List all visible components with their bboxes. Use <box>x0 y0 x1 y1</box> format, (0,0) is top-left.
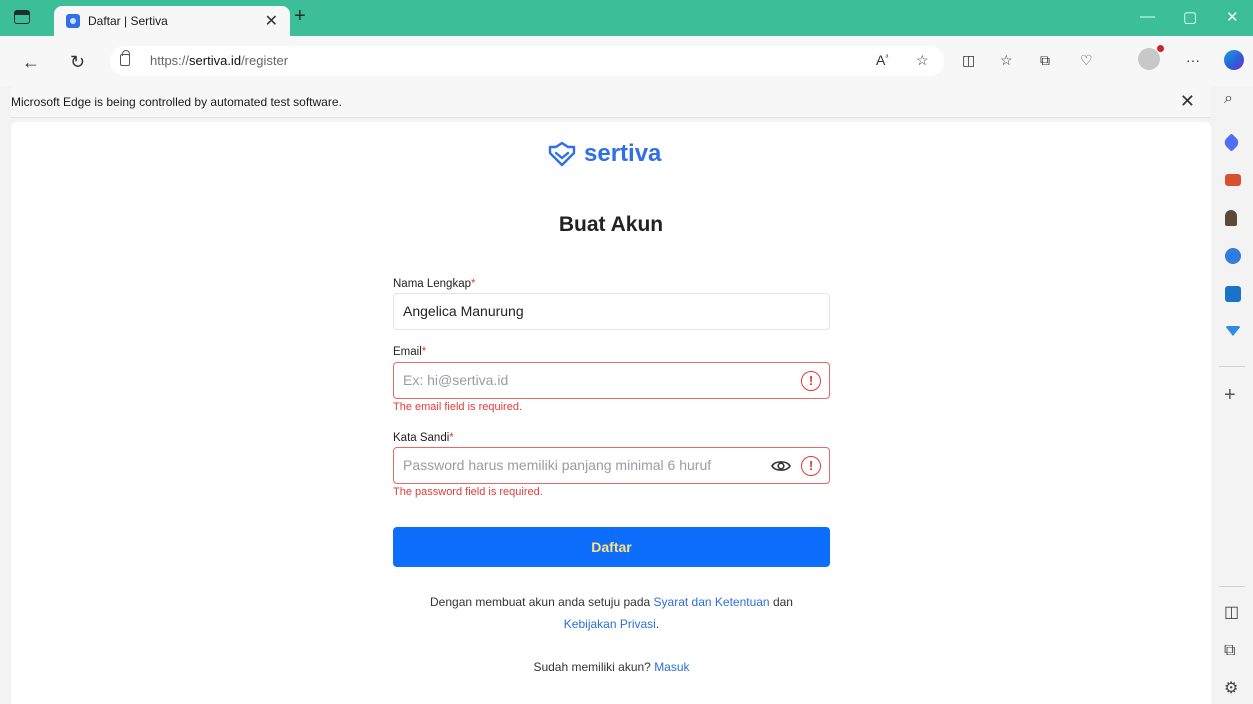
password-field[interactable]: ! <box>393 447 830 484</box>
email-error-message: The email field is required. <box>393 401 523 413</box>
edge-sidebar: ⌕ + ◫ ⧉ ⚙ <box>1211 86 1253 704</box>
sertiva-favicon-icon <box>66 14 80 28</box>
copilot-icon[interactable] <box>1224 50 1244 70</box>
address-bar[interactable]: https://sertiva.id/register <box>110 46 944 76</box>
email-field[interactable]: ! <box>393 362 830 399</box>
hide-sidebar-icon[interactable]: ◫ <box>1224 602 1239 622</box>
refresh-icon[interactable]: ↻ <box>70 52 85 73</box>
tools-icon[interactable] <box>1225 174 1241 186</box>
favorites-icon[interactable]: ☆ <box>1000 52 1013 69</box>
sidebar-divider <box>1219 366 1245 367</box>
password-label: Kata Sandi* <box>393 432 454 444</box>
tab-close-icon[interactable]: ✕ <box>265 11 278 31</box>
open-external-icon[interactable]: ⧉ <box>1224 642 1235 660</box>
drop-icon[interactable] <box>1225 326 1241 336</box>
error-alert-icon: ! <box>801 456 821 476</box>
outlook-icon[interactable] <box>1225 286 1241 302</box>
terms-notice: Dengan membuat akun anda setuju pada Sya… <box>430 595 793 631</box>
maximize-icon[interactable]: ▢ <box>1183 8 1197 26</box>
more-icon[interactable]: ··· <box>1186 52 1200 68</box>
email-input[interactable] <box>403 372 763 388</box>
m365-icon[interactable] <box>1225 248 1241 264</box>
sertiva-logo-icon <box>548 141 576 167</box>
brand-name: sertiva <box>584 140 662 167</box>
login-prompt: Sudah memiliki akun? Masuk <box>533 660 690 674</box>
sertiva-logo[interactable]: sertiva <box>548 140 661 168</box>
browser-tab[interactable]: Daftar | Sertiva ✕ <box>54 6 290 36</box>
page-title: Buat Akun <box>558 213 664 236</box>
collections-icon[interactable]: ⧉ <box>1040 52 1050 69</box>
register-button[interactable]: Daftar <box>393 527 830 567</box>
split-screen-icon[interactable]: ◫ <box>962 52 975 69</box>
tab-title: Daftar | Sertiva <box>88 14 168 28</box>
page-content: sertiva Buat Akun Nama Lengkap* Email* !… <box>11 122 1211 704</box>
automation-infobar: Microsoft Edge is being controlled by au… <box>11 86 1211 118</box>
password-input[interactable] <box>403 457 763 473</box>
tab-actions-icon[interactable] <box>14 10 30 24</box>
show-password-eye-icon[interactable] <box>771 458 791 474</box>
privacy-link[interactable]: Kebijakan Privasi <box>564 617 656 631</box>
navigation-bar: ← ↻ https://sertiva.id/register Aᵃ ☆ ◫ ☆… <box>0 36 1253 86</box>
terms-link[interactable]: Syarat dan Ketentuan <box>654 595 770 609</box>
read-aloud-icon[interactable]: Aᵃ <box>876 52 888 68</box>
name-field[interactable] <box>393 293 830 330</box>
error-alert-icon: ! <box>801 371 821 391</box>
infobar-close-icon[interactable]: ✕ <box>1180 91 1195 112</box>
profile-icon[interactable] <box>1138 45 1164 70</box>
title-bar: Daftar | Sertiva ✕ + — ▢ ✕ <box>0 0 1253 36</box>
email-label: Email* <box>393 346 427 358</box>
favorite-star-icon[interactable]: ☆ <box>916 52 929 69</box>
password-error-message: The password field is required. <box>393 486 543 498</box>
settings-icon[interactable]: ⚙ <box>1224 678 1238 698</box>
close-window-icon[interactable]: ✕ <box>1226 8 1239 26</box>
login-link[interactable]: Masuk <box>654 660 689 674</box>
url-text: https://sertiva.id/register <box>150 53 289 68</box>
infobar-message: Microsoft Edge is being controlled by au… <box>11 95 342 109</box>
search-icon[interactable]: ⌕ <box>1224 90 1233 108</box>
name-input[interactable] <box>403 303 763 319</box>
shopping-tag-icon[interactable] <box>1222 133 1241 152</box>
sidebar-divider <box>1219 586 1245 587</box>
lock-icon[interactable] <box>120 50 130 66</box>
games-icon[interactable] <box>1225 210 1237 226</box>
add-icon[interactable]: + <box>1224 384 1236 407</box>
new-tab-icon[interactable]: + <box>294 5 306 28</box>
back-icon[interactable]: ← <box>22 52 40 73</box>
name-label: Nama Lengkap* <box>393 278 476 290</box>
minimize-icon[interactable]: — <box>1140 8 1155 25</box>
browser-essentials-icon[interactable]: ♡ <box>1080 52 1093 69</box>
